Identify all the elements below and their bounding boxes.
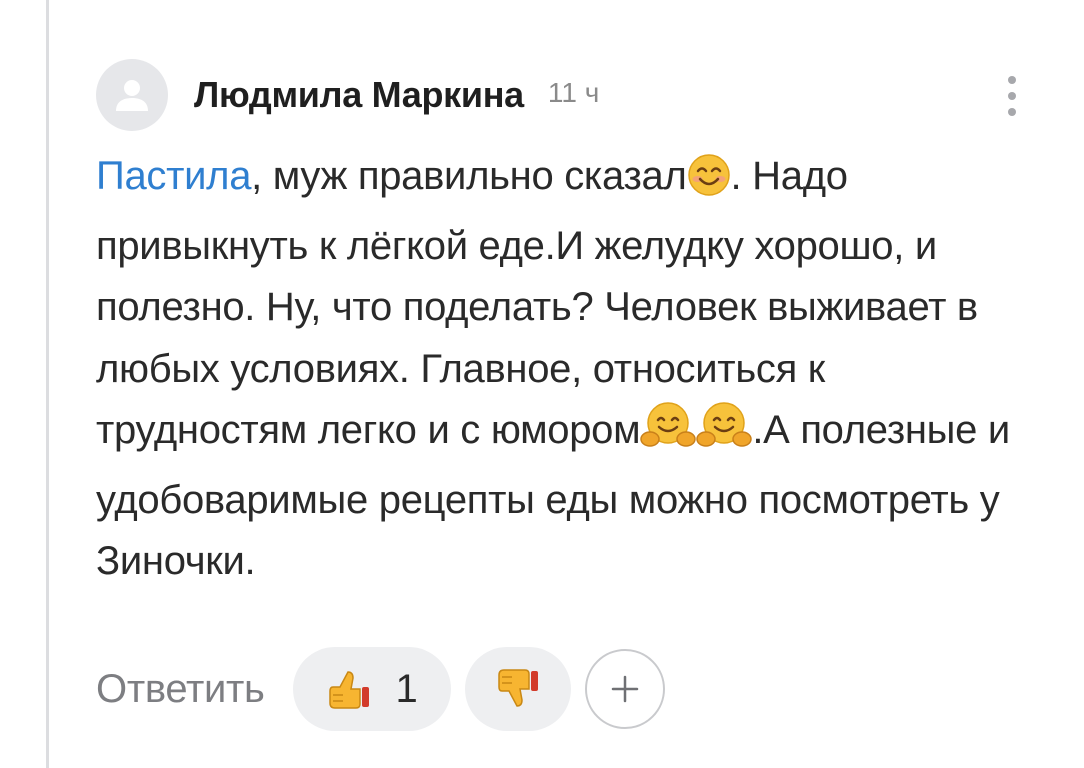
- thread-line: [46, 0, 49, 768]
- dislike-button[interactable]: [464, 647, 571, 731]
- more-options-icon[interactable]: [1000, 72, 1024, 120]
- add-reaction-button[interactable]: [584, 649, 665, 729]
- thumbs-down-icon: [497, 669, 538, 707]
- comment-actions: Ответить 1: [96, 646, 665, 732]
- plus-icon: [611, 675, 638, 703]
- smiling-face-emoji-icon: [687, 153, 731, 216]
- hugging-face-emoji-icon: [640, 401, 697, 470]
- reply-button[interactable]: Ответить: [96, 667, 265, 712]
- author-name[interactable]: Людмила Маркина: [194, 74, 524, 116]
- hugging-face-emoji-icon: [696, 401, 753, 470]
- timestamp: 11 ч: [547, 77, 600, 108]
- comment-header: Людмила Маркина 11 ч: [96, 58, 599, 132]
- comment-text: Пастила, муж правильно сказал . Надо при…: [96, 146, 1036, 593]
- avatar[interactable]: [96, 59, 168, 131]
- like-count: 1: [395, 666, 418, 711]
- like-button[interactable]: 1: [292, 647, 451, 731]
- thumbs-up-icon: [329, 671, 370, 709]
- mention-link[interactable]: Пастила: [96, 154, 251, 198]
- user-placeholder-icon: [116, 80, 148, 111]
- comment-text-part-1: , муж правильно сказал: [251, 154, 687, 198]
